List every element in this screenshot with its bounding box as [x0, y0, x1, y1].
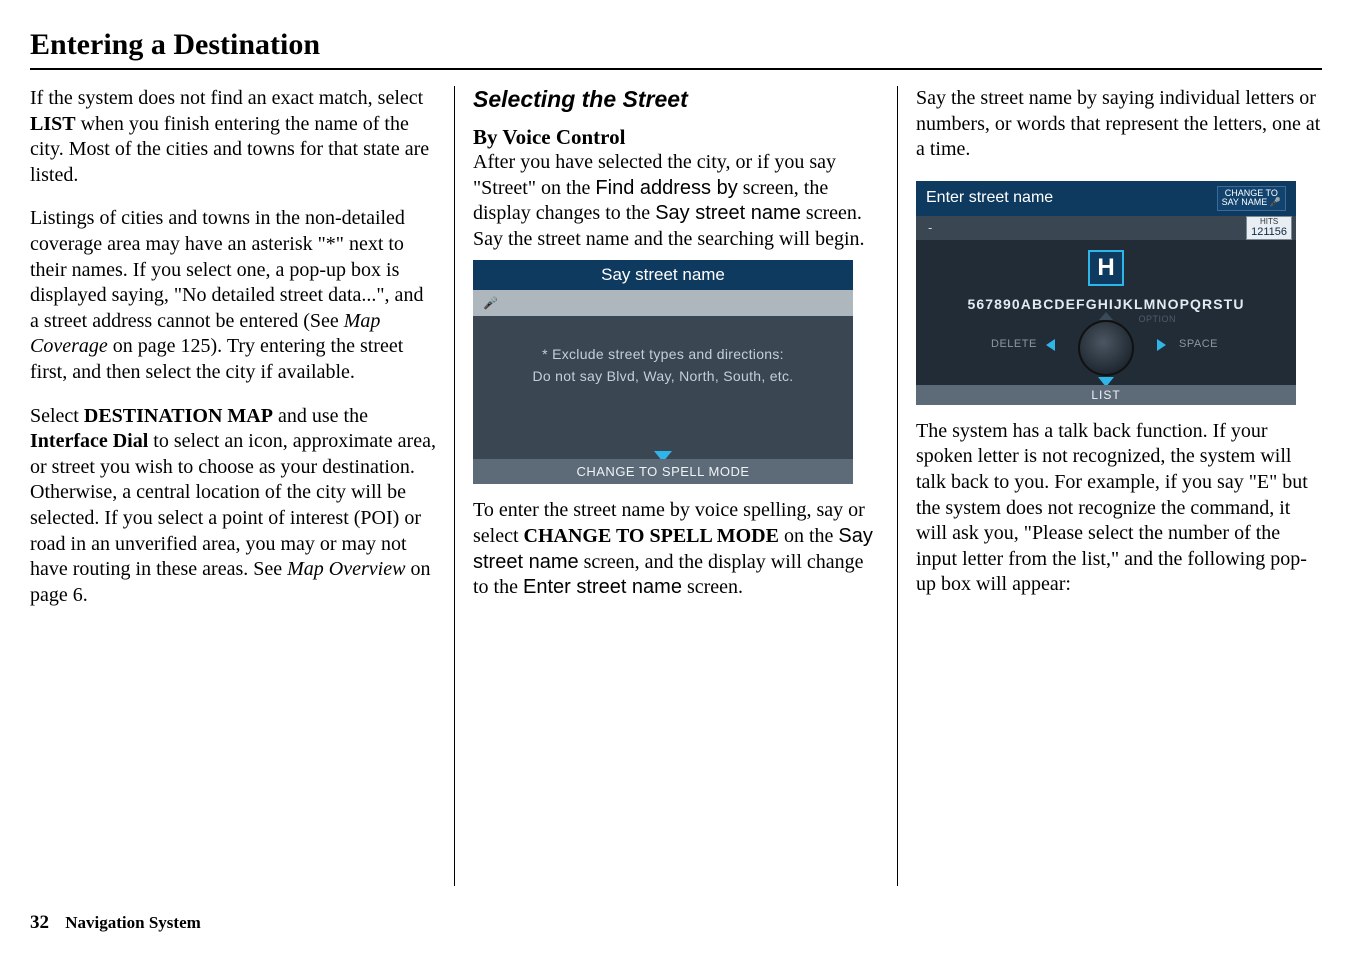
screen2-title: Enter street name [926, 189, 1053, 207]
hits-counter: HITS 121156 [1246, 216, 1292, 240]
footer-section: Navigation System [65, 913, 201, 932]
mic-icon: 🎤 [1270, 197, 1281, 207]
column-3: Say the street name by saying individual… [898, 86, 1322, 886]
col2-para2: To enter the street name by voice spelli… [473, 498, 879, 600]
col1-para3: Select DESTINATION MAP and use the Inter… [30, 404, 436, 609]
find-address-by-label: Find address by [595, 177, 737, 199]
space-label: SPACE [1179, 338, 1218, 350]
screenshot-say-street-name: Say street name 🎤 * Exclude street types… [473, 260, 853, 484]
screen1-line1: * Exclude street types and directions: [485, 344, 841, 366]
page-footer: 32 Navigation System [30, 912, 201, 934]
hits-label: HITS [1251, 218, 1287, 226]
change-to-spell-mode-keyword: CHANGE TO SPELL MODE [524, 525, 779, 547]
text: If the system does not find an exact mat… [30, 87, 423, 109]
col2-para1: After you have selected the city, or if … [473, 150, 879, 252]
text: Select [30, 405, 84, 427]
column-1: If the system does not find an exact mat… [30, 86, 455, 886]
screen1-mic-row: 🎤 [473, 290, 853, 316]
say-street-name-label: Say street name [655, 202, 801, 224]
page-number: 32 [30, 912, 49, 933]
character-arc: 567890ABCDEFGHIJKLMNOPQRSTU [916, 296, 1296, 312]
screen2-titlebar: Enter street name CHANGE TOSAY NAME 🎤 [916, 181, 1296, 216]
screen1-line2: Do not say Blvd, Way, North, South, etc. [485, 366, 841, 388]
screen2-dial-area: H 567890ABCDEFGHIJKLMNOPQRSTU OPTION DEL… [916, 240, 1296, 390]
destination-map-keyword: DESTINATION MAP [84, 405, 273, 427]
arrow-up-icon [1099, 312, 1113, 320]
subheading-selecting-street: Selecting the Street [473, 86, 879, 113]
selected-letter: H [1088, 250, 1124, 286]
subheading-by-voice: By Voice Control [473, 125, 879, 150]
page-title: Entering a Destination [30, 28, 1322, 70]
hits-value: 121156 [1251, 226, 1287, 238]
text: when you finish entering the name of the… [30, 113, 429, 186]
text: screen. [682, 576, 743, 598]
enter-street-name-label: Enter street name [523, 576, 682, 598]
screen2-hits-row: - HITS 121156 [916, 216, 1296, 240]
change-to-say-name-button: CHANGE TOSAY NAME 🎤 [1217, 186, 1286, 211]
arrow-left-icon [1046, 339, 1055, 351]
list-keyword: LIST [30, 113, 76, 135]
column-2: Selecting the Street By Voice Control Af… [455, 86, 898, 886]
screenshot-enter-street-name: Enter street name CHANGE TOSAY NAME 🎤 - … [916, 181, 1296, 405]
screen1-bottom-button: CHANGE TO SPELL MODE [473, 459, 853, 484]
col1-para2: Listings of cities and towns in the non-… [30, 206, 436, 385]
dial-knob [1078, 320, 1134, 376]
col3-para2: The system has a talk back function. If … [916, 419, 1322, 598]
text: on the [779, 525, 838, 547]
arrow-right-icon [1157, 339, 1166, 351]
screen1-body: * Exclude street types and directions: D… [473, 316, 853, 399]
col1-para1: If the system does not find an exact mat… [30, 86, 436, 188]
screen2-input-field: - [928, 220, 932, 235]
screen2-bottom-button: LIST [916, 385, 1296, 405]
ref-map-overview: Map Overview [287, 558, 405, 580]
content-columns: If the system does not find an exact mat… [30, 86, 1322, 886]
col3-para1: Say the street name by saying individual… [916, 86, 1322, 163]
screen1-titlebar: Say street name [473, 260, 853, 290]
delete-label: DELETE [991, 338, 1037, 350]
mic-icon: 🎤 [483, 296, 498, 310]
interface-dial-keyword: Interface Dial [30, 430, 148, 452]
text: and use the [273, 405, 368, 427]
option-label: OPTION [1138, 314, 1176, 324]
